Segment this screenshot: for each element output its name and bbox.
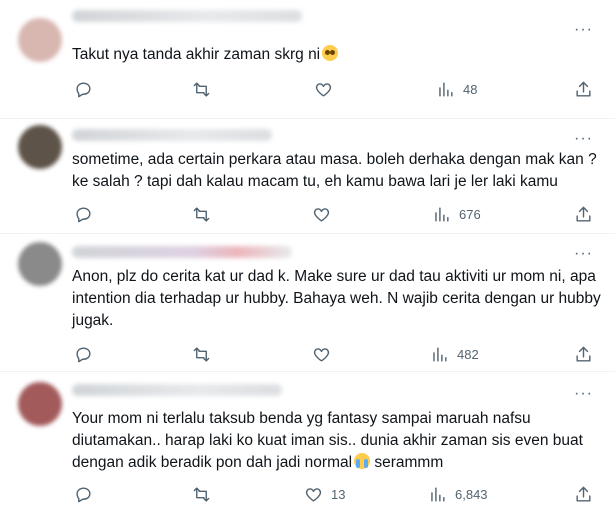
share-button[interactable] xyxy=(574,205,593,224)
reply-button[interactable] xyxy=(74,345,93,364)
avatar[interactable] xyxy=(18,382,62,426)
retweet-icon xyxy=(193,207,210,222)
views-icon xyxy=(431,487,445,502)
like-button[interactable] xyxy=(312,205,331,224)
heart-icon xyxy=(315,83,332,97)
reply-icon xyxy=(76,347,91,363)
more-icon[interactable]: ··· xyxy=(574,131,593,147)
tweet-actions: 482 xyxy=(72,345,602,367)
views-button[interactable]: 6,843 xyxy=(428,485,488,504)
more-icon[interactable]: ··· xyxy=(574,246,593,262)
likes-count: 13 xyxy=(331,487,346,502)
share-icon xyxy=(576,486,591,502)
retweet-icon xyxy=(193,82,210,97)
reply-icon xyxy=(76,82,91,98)
reply-icon xyxy=(76,487,91,503)
author-name-redacted xyxy=(72,10,302,22)
retweet-icon xyxy=(193,487,210,502)
views-count: 676 xyxy=(459,207,481,222)
tweet-actions: 676 xyxy=(72,205,602,227)
like-button[interactable] xyxy=(314,80,333,99)
views-count: 6,843 xyxy=(455,487,488,502)
views-button[interactable]: 676 xyxy=(432,205,481,224)
retweet-button[interactable] xyxy=(192,205,211,224)
views-button[interactable]: 482 xyxy=(430,345,479,364)
retweet-button[interactable] xyxy=(192,345,211,364)
views-icon xyxy=(433,347,447,362)
views-count: 48 xyxy=(463,82,478,97)
views-icon xyxy=(439,82,453,97)
share-button[interactable] xyxy=(574,485,593,504)
tweet-text: Takut nya tanda akhir zaman skrg ni xyxy=(72,44,602,66)
reply-button[interactable] xyxy=(74,205,93,224)
retweet-button[interactable] xyxy=(192,485,211,504)
more-icon[interactable]: ··· xyxy=(574,22,593,38)
author-name-redacted xyxy=(72,129,272,141)
tweet-text: Your mom ni terlalu taksub benda yg fant… xyxy=(72,410,583,471)
author-name-redacted xyxy=(72,384,282,396)
retweet-icon xyxy=(193,347,210,362)
heart-icon xyxy=(305,488,322,502)
avatar[interactable] xyxy=(18,125,62,169)
crying-face-emoji xyxy=(354,453,371,469)
tweet-text: Anon, plz do cerita kat ur dad k. Make s… xyxy=(72,268,601,329)
retweet-button[interactable] xyxy=(192,80,211,99)
like-button[interactable] xyxy=(312,345,331,364)
views-count: 482 xyxy=(457,347,479,362)
like-button[interactable]: 13 xyxy=(304,485,345,504)
reply-button[interactable] xyxy=(74,485,93,504)
views-button[interactable]: 48 xyxy=(436,80,477,99)
reply-icon xyxy=(76,207,91,223)
tweet-3[interactable]: ··· Anon, plz do cerita kat ur dad k. Ma… xyxy=(0,234,615,371)
share-button[interactable] xyxy=(574,345,593,364)
tweet-2[interactable]: ··· sometime, ada certain perkara atau m… xyxy=(0,119,615,233)
views-icon xyxy=(435,207,449,222)
share-icon xyxy=(576,81,591,97)
tweet-actions: 13 6,843 xyxy=(72,485,602,507)
tweet-1[interactable]: ··· Takut nya tanda akhir zaman skrg ni … xyxy=(0,0,615,118)
share-icon xyxy=(576,206,591,222)
pleading-face-emoji xyxy=(322,45,339,61)
tweet-actions: 48 xyxy=(72,80,602,102)
reply-button[interactable] xyxy=(74,80,93,99)
heart-icon xyxy=(313,208,330,222)
more-icon[interactable]: ··· xyxy=(574,386,593,402)
tweet-4[interactable]: ··· Your mom ni terlalu taksub benda yg … xyxy=(0,372,615,516)
tweet-text: sometime, ada certain perkara atau masa.… xyxy=(72,151,597,190)
avatar[interactable] xyxy=(18,242,62,286)
avatar[interactable] xyxy=(18,18,62,62)
heart-icon xyxy=(313,348,330,362)
author-name-redacted xyxy=(72,246,292,258)
share-icon xyxy=(576,346,591,362)
share-button[interactable] xyxy=(574,80,593,99)
